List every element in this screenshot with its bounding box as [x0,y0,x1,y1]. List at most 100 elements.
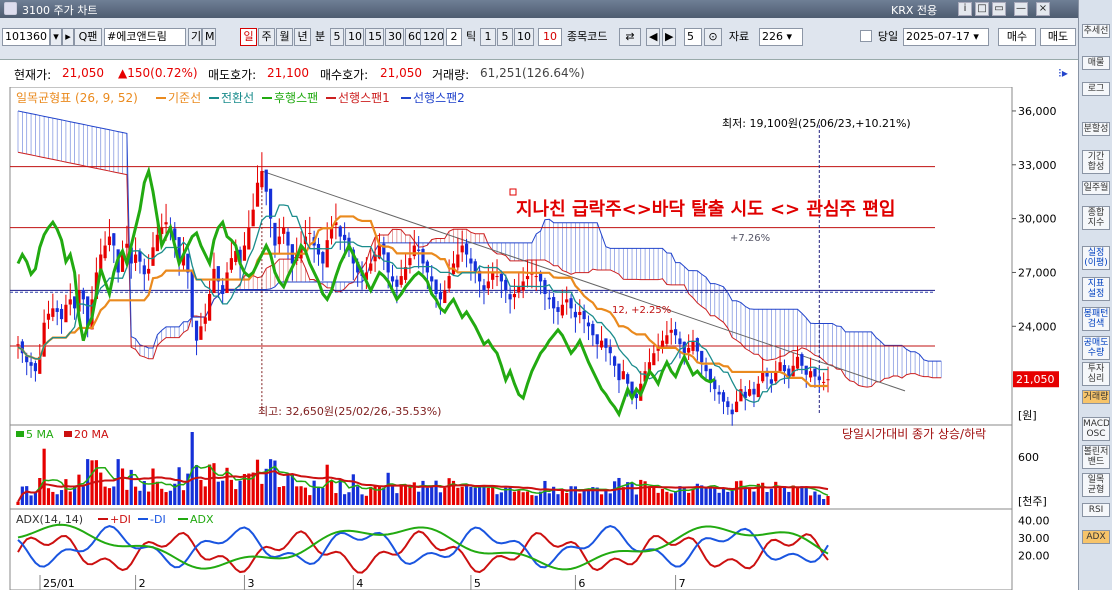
volume-bar [268,459,273,505]
volume-bar [408,486,412,505]
volume-bar [312,480,316,505]
panel-btn-15[interactable]: 일목 균형 [1082,473,1110,497]
panel-btn-12[interactable]: 거래량 [1082,390,1110,404]
candle [608,339,612,366]
volume-bar [199,479,203,505]
minimize-button[interactable]: — [1014,2,1028,16]
legend-5: 선행스팬2 [413,90,465,105]
search-icon[interactable]: Q팬 [74,28,102,46]
panel-btn-3[interactable]: 분할성 [1082,122,1110,136]
minute-120[interactable]: 120 [420,28,444,46]
volume-bar [604,489,608,505]
volume-bar [826,496,830,505]
candle [451,251,456,277]
minute-30[interactable]: 30 [385,28,404,46]
panel-btn-1[interactable]: 매물 [1082,56,1110,70]
tick-input[interactable]: 2 [446,28,462,46]
step-input[interactable]: 5 [684,28,702,46]
candle [64,294,68,323]
stock-name-field[interactable]: #에코앤드림 [104,28,186,46]
volume-bar [660,488,665,505]
tab-week[interactable]: 주 [258,28,275,46]
buy-button[interactable]: 매수 [998,28,1036,46]
candle [604,338,608,362]
volume-bar [142,481,146,505]
panel-btn-9[interactable]: 봉패턴 검색 [1082,307,1110,331]
panel-btn-4[interactable]: 기간 합성 [1082,150,1110,174]
close-button[interactable]: × [1036,2,1050,16]
restore-button[interactable]: □ [975,2,989,16]
month-label: 7 [679,577,686,590]
panel-btn-5[interactable]: 일주월 [1082,181,1110,195]
panel-btn-2[interactable]: 로그 [1082,82,1110,96]
candle [251,193,255,227]
adx-legend: ADX(14, 14) [16,513,83,526]
volume-bar [443,487,447,505]
candle [491,262,495,290]
expand-icon[interactable]: ⁝▸ [1058,66,1068,80]
candle [421,247,425,274]
name-btn-gi[interactable]: 기 [188,28,202,46]
info-button[interactable]: i [958,2,972,16]
volume-bar [64,479,68,505]
minute-10[interactable]: 10 [345,28,364,46]
adx-series-2: ADX [190,513,214,526]
volume-bar [238,480,242,505]
panel-btn-7[interactable]: 실정 (이평) [1082,246,1110,270]
clock-icon[interactable]: ⊙ [704,28,722,46]
candle [748,380,752,397]
volume-value: 61,251(126.64%) [480,66,585,80]
stock-code-input[interactable]: 101360 [2,28,50,46]
adx-line [17,523,829,571]
volume-bar [59,490,64,505]
volume-bar [491,486,495,505]
name-btn-m[interactable]: M [202,28,216,46]
volume-bar [33,492,38,505]
candle [151,232,155,266]
prev-icon[interactable]: ◀ [646,28,660,46]
candle [73,296,77,320]
date-value: 2025-07-17 [906,30,970,43]
tab-year[interactable]: 년 [294,28,311,46]
refresh-icon[interactable]: ⇄ [619,28,641,46]
panel-btn-0[interactable]: 추세선 [1082,24,1110,38]
date-picker[interactable]: 2025-07-17 ▾ [903,28,989,46]
today-label: 당일 [877,30,899,43]
tick-5[interactable]: 5 [497,28,513,46]
panel-btn-11[interactable]: 투자 심리 [1082,362,1110,386]
candle [268,188,273,238]
volume-bar [51,491,55,505]
tick-selected[interactable]: 10 [538,28,562,46]
tab-minute[interactable]: 분 [312,28,328,46]
panel-btn-13[interactable]: MACD OSC [1082,417,1110,441]
data-count-select[interactable]: 226 ▾ [759,28,803,46]
tick-1[interactable]: 1 [480,28,496,46]
panel-btn-6[interactable]: 종합 지수 [1082,206,1110,230]
volume-bar [55,494,59,505]
volume-bar [743,487,747,505]
panel-btn-16[interactable]: RSI [1082,503,1110,517]
volume-bar [295,486,299,505]
volume-bar [125,489,129,505]
tab-month[interactable]: 월 [276,28,293,46]
minute-15[interactable]: 15 [365,28,384,46]
panel-btn-8[interactable]: 지표 설정 [1082,277,1110,301]
candle [338,225,342,250]
tab-day[interactable]: 일 [240,28,257,46]
panel-btn-10[interactable]: 공매도 수량 [1082,336,1110,360]
next-icon[interactable]: ▶ [662,28,676,46]
maximize-button[interactable]: ▭ [992,2,1006,16]
candle [617,363,621,394]
chart-area[interactable]: 36,000 33,000 30,000 27,000 24,000 [원] 21,050 6… [0,87,1078,590]
panel-btn-17[interactable]: ADX [1082,530,1110,544]
volume-bar [691,488,695,505]
volume-bar [308,495,312,505]
code-dropdown-icon[interactable]: ▾ [50,28,62,46]
tick-10[interactable]: 10 [514,28,534,46]
sell-button[interactable]: 매도 [1040,28,1076,46]
next-arrow-icon[interactable]: ▸ [62,28,74,46]
minute-5[interactable]: 5 [330,28,344,46]
today-checkbox[interactable] [860,30,872,42]
panel-btn-14[interactable]: 볼린저 밴드 [1082,445,1110,469]
vol-legend-swatch [16,431,24,437]
